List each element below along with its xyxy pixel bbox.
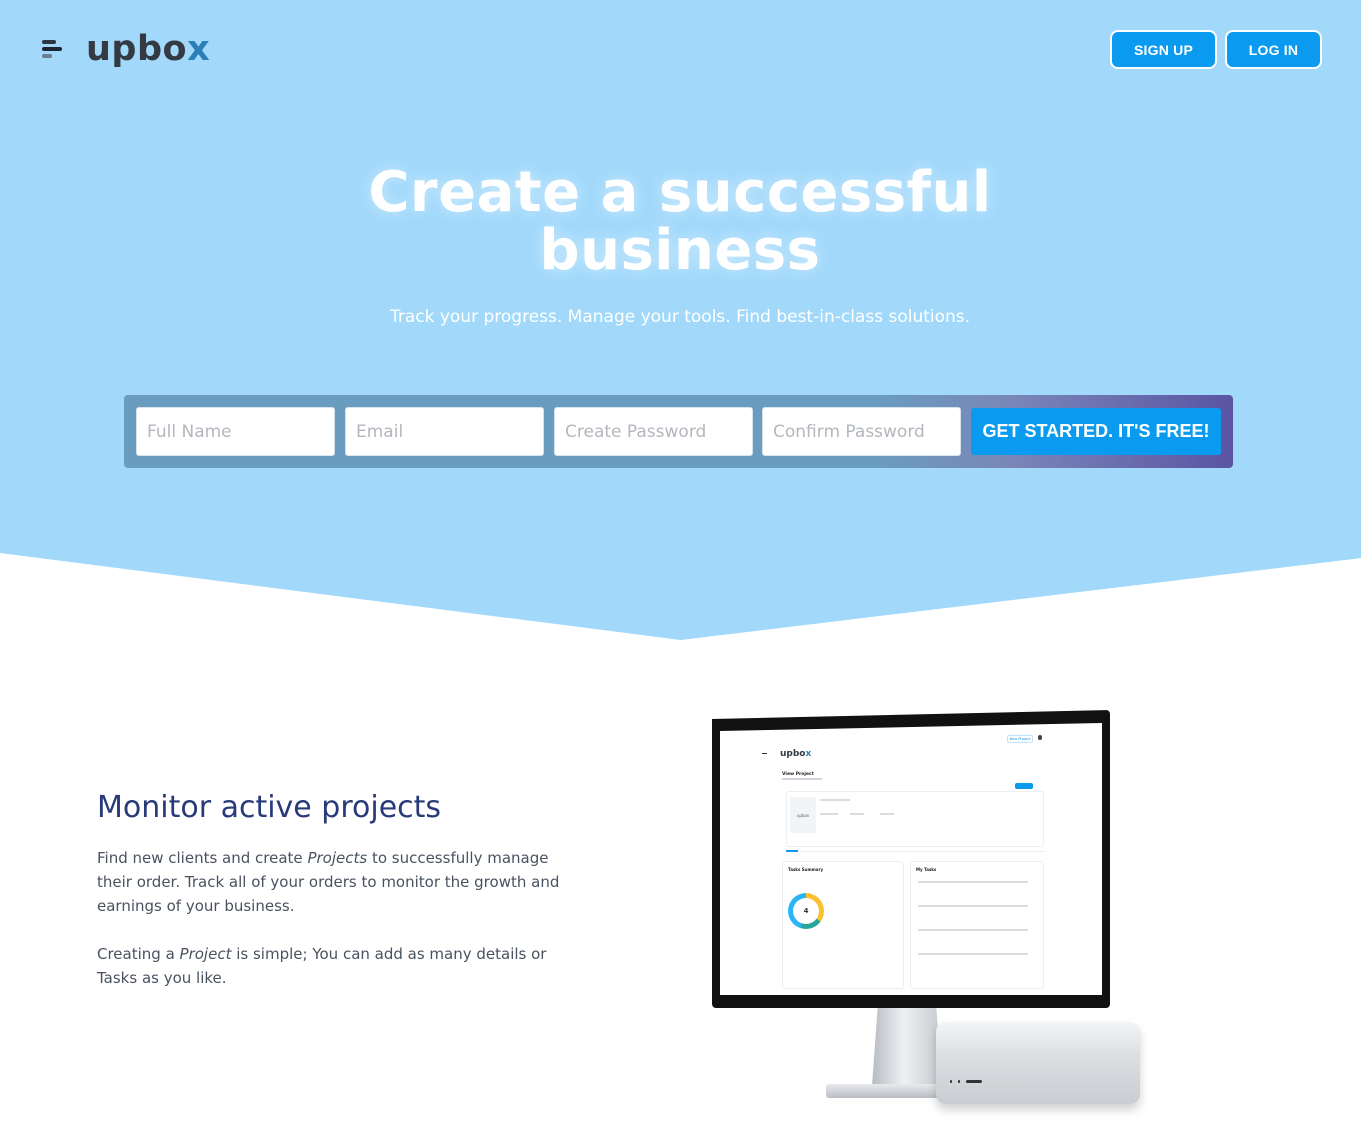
monitor-illustration: upbox New Project View Project upbox Tas… bbox=[700, 700, 1150, 1110]
mockup-project-thumb: upbox bbox=[790, 797, 816, 833]
mockup-breadcrumb bbox=[782, 778, 822, 780]
mockup-text-line bbox=[918, 929, 1028, 931]
mockup-donut-value: 4 bbox=[793, 898, 819, 924]
mockup-text-line bbox=[880, 813, 894, 815]
brand-wordmark: upbox bbox=[86, 29, 211, 69]
mini-pc-illustration bbox=[936, 1022, 1140, 1104]
mockup-text-line bbox=[918, 905, 1028, 907]
mockup-text-line bbox=[820, 799, 850, 801]
mockup-menu-icon bbox=[762, 753, 767, 754]
mockup-new-project-button: New Project bbox=[1007, 735, 1033, 743]
brand-logo[interactable]: upbox bbox=[42, 28, 210, 70]
hero-title-line2: business bbox=[539, 218, 821, 283]
hero-title-line1: Create a successful bbox=[368, 160, 992, 225]
sign-up-button[interactable]: SIGN UP bbox=[1110, 30, 1217, 69]
mockup-tasks-summary-title: Tasks Summary bbox=[788, 867, 824, 872]
mockup-text-line bbox=[918, 953, 1028, 955]
hero-title: Create a successful business bbox=[280, 164, 1080, 280]
feature-paragraph-2: Creating a Project is simple; You can ad… bbox=[97, 945, 547, 987]
confirm-password-input[interactable] bbox=[762, 407, 961, 456]
mockup-my-tasks-title: My Tasks bbox=[916, 867, 937, 872]
mockup-tabs bbox=[786, 851, 1044, 852]
mockup-text-line bbox=[918, 881, 1028, 883]
mockup-page-title: View Project bbox=[782, 772, 814, 777]
mockup-text-line bbox=[850, 813, 864, 815]
email-input[interactable] bbox=[345, 407, 544, 456]
menu-icon[interactable] bbox=[42, 39, 64, 59]
full-name-input[interactable] bbox=[136, 407, 335, 456]
feature-title: Monitor active projects bbox=[97, 790, 442, 825]
mockup-text-line bbox=[820, 813, 838, 815]
log-in-button[interactable]: LOG IN bbox=[1225, 30, 1322, 69]
feature-paragraph-1: Find new clients and create Projects to … bbox=[97, 849, 560, 915]
signup-form: GET STARTED. IT'S FREE! bbox=[124, 395, 1233, 468]
hero-subtitle: Track your progress. Manage your tools. … bbox=[389, 307, 971, 327]
monitor-screen: upbox New Project View Project upbox Tas… bbox=[720, 723, 1102, 995]
mockup-active-tab bbox=[786, 850, 798, 852]
mockup-user-icon bbox=[1038, 735, 1042, 740]
monitor-stand bbox=[872, 1008, 942, 1086]
get-started-button[interactable]: GET STARTED. IT'S FREE! bbox=[971, 408, 1221, 455]
create-password-input[interactable] bbox=[554, 407, 753, 456]
mockup-logo: upbox bbox=[780, 749, 812, 759]
mockup-action-button bbox=[1015, 783, 1033, 789]
